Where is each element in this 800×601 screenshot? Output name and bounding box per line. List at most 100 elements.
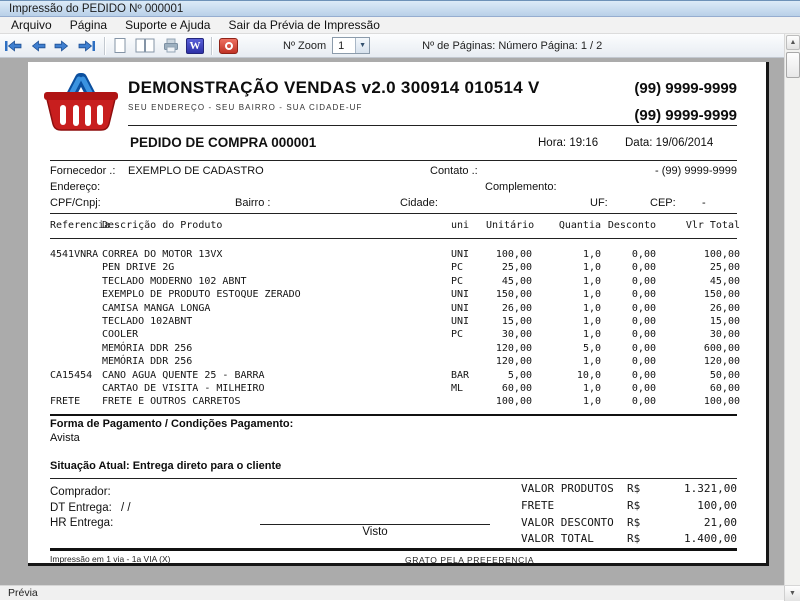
via-note: Impressão em 1 via - 1a VIA (X) <box>50 554 170 564</box>
item-quantia: 10,0 <box>532 369 601 382</box>
last-page-button[interactable] <box>74 35 100 57</box>
basket-logo-icon <box>40 69 122 138</box>
item-descricao: CANO AGUA QUENTE 25 - BARRA <box>102 369 448 382</box>
document-page: DEMONSTRAÇÃO VENDAS v2.0 300914 010514 V… <box>28 62 769 566</box>
item-referencia <box>50 261 102 274</box>
table-row: CAMISA MANGA LONGA UNI 26,00 1,0 0,00 26… <box>50 302 737 315</box>
zoom-label: Nº Zoom <box>283 40 326 52</box>
scroll-up-icon[interactable]: ▲ <box>786 35 800 50</box>
item-unitario: 120,00 <box>486 355 532 368</box>
table-row: TECLADO 102ABNT UNI 15,00 1,0 0,00 15,00 <box>50 315 737 328</box>
prev-page-button[interactable] <box>26 35 50 57</box>
title-bar[interactable]: Impressão do PEDIDO Nº 000001 <box>0 0 800 17</box>
item-referencia: CA15454 <box>50 369 102 382</box>
table-top-divider <box>50 213 737 214</box>
hr-entrega-label: HR Entrega: <box>50 516 131 532</box>
export-word-button[interactable]: W <box>183 35 207 57</box>
toolbar: W Nº Zoom 1 ▼ Nº de Páginas: Número Pági… <box>0 34 784 58</box>
item-vlr-total: 25,00 <box>656 261 740 274</box>
item-quantia: 1,0 <box>532 315 601 328</box>
desconto-row: VALOR DESCONTO R$ 21,00 <box>521 515 737 532</box>
vertical-scrollbar[interactable]: ▲ <box>784 34 800 585</box>
header-divider <box>128 125 737 126</box>
contato-label: Contato .: <box>430 165 478 177</box>
two-page-icon <box>134 37 156 54</box>
cidade-label: Cidade: <box>400 197 438 209</box>
table-row: 4541VNRA CORREA DO MOTOR 13VX UNI 100,00… <box>50 248 737 261</box>
item-desconto: 0,00 <box>601 369 656 382</box>
toolbar-separator <box>104 37 105 55</box>
window-title: Impressão do PEDIDO Nº 000001 <box>9 3 183 15</box>
scroll-down-icon[interactable]: ▼ <box>784 586 800 601</box>
item-unitario: 15,00 <box>486 315 532 328</box>
company-name: DEMONSTRAÇÃO VENDAS v2.0 300914 010514 V <box>128 78 540 98</box>
dt-entrega-value: / / <box>121 502 131 514</box>
item-referencia <box>50 382 102 395</box>
item-vlr-total: 600,00 <box>656 342 740 355</box>
item-unitario: 100,00 <box>486 248 532 261</box>
scrollbar-thumb[interactable] <box>786 52 800 78</box>
situacao-atual: Situação Atual: Entrega direto para o cl… <box>50 460 293 472</box>
menu-suporte-e-ajuda[interactable]: Suporte e Ajuda <box>116 17 219 33</box>
order-time: Hora: 19:16 <box>538 137 598 149</box>
item-uni: UNI <box>448 248 486 261</box>
next-page-button[interactable] <box>50 35 74 57</box>
item-descricao: MEMÓRIA DDR 256 <box>102 342 448 355</box>
items-rows: 4541VNRA CORREA DO MOTOR 13VX UNI 100,00… <box>50 248 737 409</box>
cep-label: CEP: <box>650 197 676 209</box>
single-page-icon <box>112 37 128 54</box>
table-row: EXEMPLO DE PRODUTO ESTOQUE ZERADO UNI 15… <box>50 288 737 301</box>
contato-phone: - (99) 9999-9999 <box>655 165 737 177</box>
item-unitario: 30,00 <box>486 328 532 341</box>
table-row: MEMÓRIA DDR 256 120,00 5,0 0,00 600,00 <box>50 342 737 355</box>
col-vlr-total: Vlr Total <box>656 220 740 234</box>
fornecedor-label: Fornecedor .: <box>50 165 115 177</box>
item-unitario: 25,00 <box>486 261 532 274</box>
table-row: COOLER PC 30,00 1,0 0,00 30,00 <box>50 328 737 341</box>
menu-bar: Arquivo Página Suporte e Ajuda Sair da P… <box>0 17 800 34</box>
item-referencia <box>50 315 102 328</box>
chevron-down-icon[interactable]: ▼ <box>355 38 369 53</box>
total-produtos-row: VALOR PRODUTOS R$ 1.321,00 <box>521 481 737 498</box>
col-unitario: Unitário <box>486 220 532 234</box>
item-vlr-total: 45,00 <box>656 275 740 288</box>
table-row: CA15454 CANO AGUA QUENTE 25 - BARRA BAR … <box>50 369 737 382</box>
company-phones: (99) 9999-9999 (99) 9999-9999 <box>634 75 737 129</box>
col-uni: uni <box>448 220 486 234</box>
print-button[interactable] <box>159 35 183 57</box>
item-vlr-total: 50,00 <box>656 369 740 382</box>
prev-page-icon <box>29 39 47 53</box>
items-table: Referencia Descrição do Produto uni Unit… <box>50 220 737 409</box>
item-vlr-total: 120,00 <box>656 355 740 368</box>
item-descricao: TECLADO 102ABNT <box>102 315 448 328</box>
menu-pagina[interactable]: Página <box>61 17 116 33</box>
item-descricao: PEN DRIVE 2G <box>102 261 448 274</box>
footer-top-divider <box>50 478 737 479</box>
table-row: CARTAO DE VISITA - MILHEIRO ML 60,00 1,0… <box>50 382 737 395</box>
item-quantia: 1,0 <box>532 288 601 301</box>
item-vlr-total: 60,00 <box>656 382 740 395</box>
menu-arquivo[interactable]: Arquivo <box>2 17 61 33</box>
order-title: PEDIDO DE COMPRA 000001 <box>130 135 316 150</box>
table-row: FRETE FRETE E OUTROS CARRETOS 100,00 1,0… <box>50 395 737 408</box>
item-referencia: 4541VNRA <box>50 248 102 261</box>
zoom-value: 1 <box>333 38 355 53</box>
item-descricao: FRETE E OUTROS CARRETOS <box>102 395 448 408</box>
company-address: SEU ENDEREÇO - SEU BAIRRO - SUA CIDADE-U… <box>128 103 540 112</box>
order-date: Data: 19/06/2014 <box>625 137 713 149</box>
order-divider <box>50 160 737 161</box>
zoom-select[interactable]: 1 ▼ <box>332 37 370 54</box>
first-page-button[interactable] <box>0 35 26 57</box>
item-uni: BAR <box>448 369 486 382</box>
menu-sair-da-previa[interactable]: Sair da Prévia de Impressão <box>219 17 388 33</box>
item-quantia: 1,0 <box>532 248 601 261</box>
buyer-block: Comprador: DT Entrega: / / HR Entrega: <box>50 485 131 532</box>
dt-entrega-label: DT Entrega: <box>50 502 112 514</box>
two-page-view-button[interactable] <box>131 35 159 57</box>
single-page-view-button[interactable] <box>109 35 131 57</box>
close-preview-button[interactable] <box>216 35 241 57</box>
item-desconto: 0,00 <box>601 261 656 274</box>
item-referencia <box>50 275 102 288</box>
item-uni <box>448 342 486 355</box>
items-bottom-divider <box>50 414 737 416</box>
